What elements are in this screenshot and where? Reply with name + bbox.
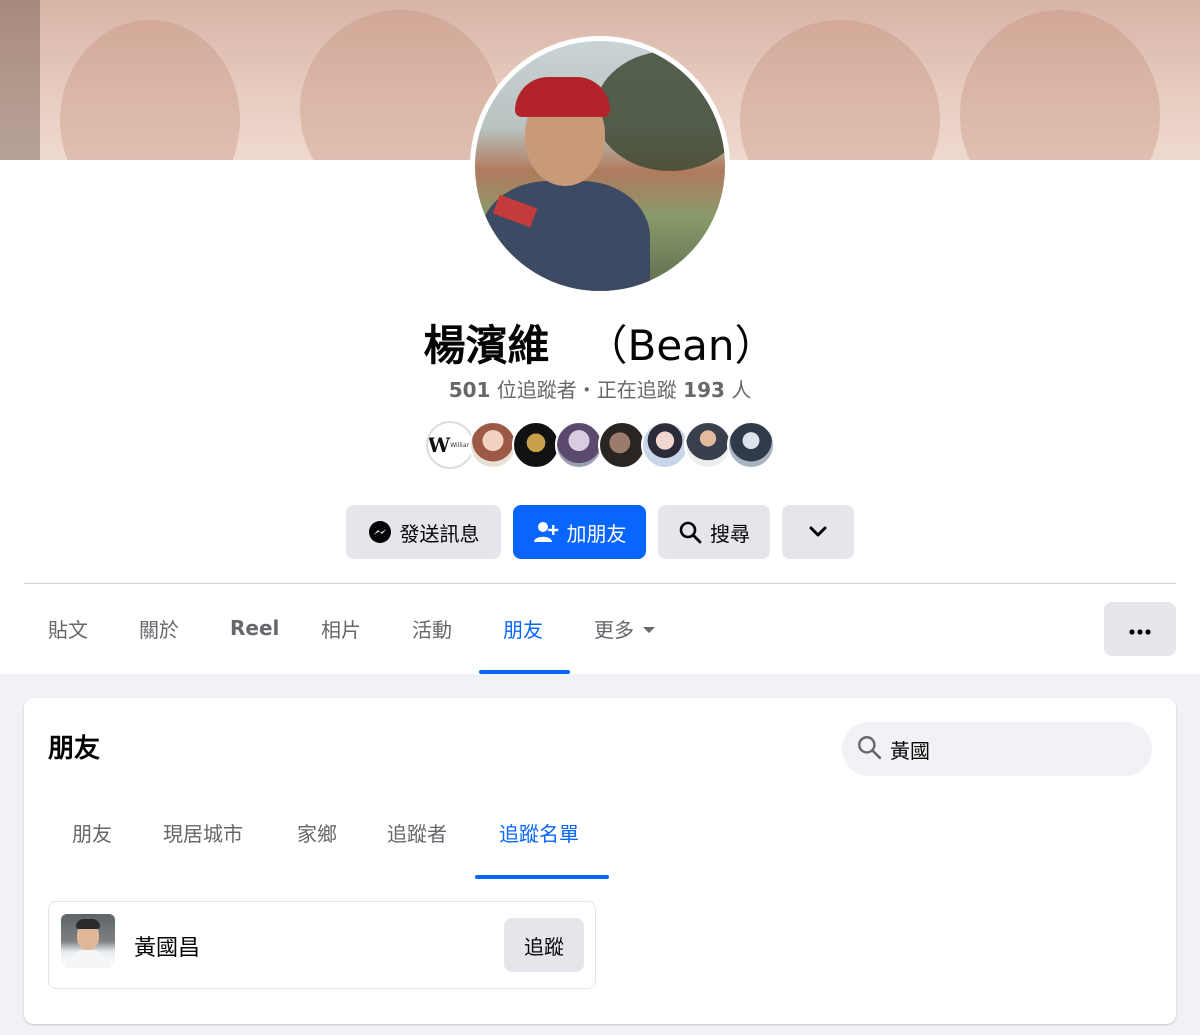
avatar[interactable]: [61, 914, 115, 968]
profile-picture[interactable]: [470, 36, 730, 296]
search-icon: [678, 520, 702, 544]
friends-search-input[interactable]: [890, 737, 1130, 761]
search-profile-button[interactable]: 搜尋: [658, 505, 770, 559]
caret-down-icon: [642, 616, 656, 640]
section-divider: [24, 583, 1176, 584]
cover-figure: [740, 20, 940, 160]
avatar-body: [65, 950, 111, 968]
subtab-following[interactable]: 追蹤名單: [499, 808, 579, 856]
cover-figure: [60, 20, 240, 160]
search-icon: [856, 734, 882, 764]
profile-name-alternate: （Bean）: [585, 321, 777, 370]
mutual-avatar[interactable]: [512, 421, 560, 469]
followers-text: 位追蹤者・正在追蹤: [490, 378, 684, 402]
subtab-hometown[interactable]: 家鄉: [297, 808, 337, 856]
search-profile-label: 搜尋: [710, 521, 750, 546]
mutual-avatar[interactable]: [684, 421, 732, 469]
photo-cap: [515, 77, 610, 117]
mutual-avatar[interactable]: [598, 421, 646, 469]
messenger-icon: [368, 520, 392, 544]
mutual-avatar[interactable]: [469, 421, 517, 469]
tab-about[interactable]: 關於: [139, 604, 179, 652]
cover-figure: [960, 10, 1160, 160]
send-message-button[interactable]: 發送訊息: [346, 505, 501, 559]
friends-card-title: 朋友: [48, 734, 101, 764]
mutual-avatar[interactable]: [641, 421, 689, 469]
friends-search-box[interactable]: [842, 722, 1152, 776]
photo-tree: [595, 51, 725, 171]
friends-card: 朋友 朋友 現居城市 家鄉 追蹤者 追蹤名單 黃國昌 追蹤: [24, 698, 1176, 1024]
followers-count[interactable]: 501: [449, 378, 491, 402]
following-suffix: 人: [724, 378, 752, 402]
more-actions-dropdown-button[interactable]: [782, 505, 854, 559]
subtab-friends[interactable]: 朋友: [72, 808, 112, 856]
mutual-avatar[interactable]: [727, 421, 775, 469]
follow-button[interactable]: 追蹤: [504, 918, 584, 972]
subtab-followers[interactable]: 追蹤者: [387, 808, 447, 856]
more-horizontal-icon: [1129, 620, 1151, 639]
chevron-down-icon: [809, 526, 827, 538]
tab-photos[interactable]: 相片: [321, 604, 361, 652]
send-message-label: 發送訊息: [399, 521, 480, 546]
active-subtab-indicator: [475, 875, 609, 879]
profile-picture-image: [475, 41, 725, 291]
mutual-avatar[interactable]: W William: [426, 421, 474, 469]
tab-more[interactable]: 更多: [594, 604, 656, 652]
list-item: 黃國昌 追蹤: [48, 901, 596, 989]
subtab-current-city[interactable]: 現居城市: [163, 808, 243, 856]
mutual-avatar-logo: W: [427, 433, 451, 457]
add-friend-label: 加朋友: [566, 521, 627, 546]
following-count[interactable]: 193: [683, 378, 725, 402]
profile-name: 楊濱維 （Bean）: [0, 312, 1200, 373]
cover-shade: [0, 0, 40, 160]
profile-name-primary: 楊濱維: [423, 321, 550, 370]
avatar-hair: [76, 919, 100, 929]
tab-more-label: 更多: [594, 617, 634, 642]
mutual-avatars: W William: [426, 421, 775, 469]
cover-figure: [300, 10, 500, 160]
tab-reels[interactable]: Reel: [230, 604, 279, 652]
profile-options-button[interactable]: [1104, 602, 1176, 656]
tab-events[interactable]: 活動: [412, 604, 452, 652]
tab-posts[interactable]: 貼文: [48, 604, 88, 652]
person-name[interactable]: 黃國昌: [134, 930, 200, 962]
add-friend-button[interactable]: 加朋友: [513, 505, 646, 559]
mutual-avatar[interactable]: [555, 421, 603, 469]
add-friend-icon: [533, 520, 559, 544]
tab-friends[interactable]: 朋友: [503, 604, 543, 652]
follow-stats: 501 位追蹤者・正在追蹤 193 人: [0, 374, 1200, 403]
